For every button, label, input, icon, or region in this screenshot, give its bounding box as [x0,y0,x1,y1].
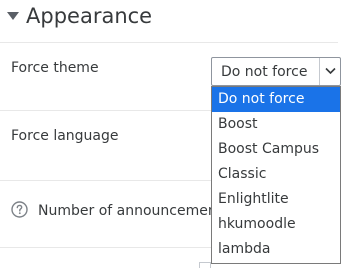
chevron-down-icon [325,67,336,75]
dropdown-option-enlightlite[interactable]: Enlightlite [212,187,340,212]
select-current-value: Do not force [221,64,308,80]
dropdown-option-lambda[interactable]: lambda [212,237,340,262]
section-title: Appearance [26,4,153,28]
dropdown-option-boost[interactable]: Boost [212,112,340,137]
force-theme-select[interactable]: Do not force [211,57,341,86]
row-divider [0,42,338,43]
dropdown-option-hkumoodle[interactable]: hkumoodle [212,212,340,237]
dropdown-option-classic[interactable]: Classic [212,162,340,187]
chevron-down-icon[interactable] [6,11,20,21]
dropdown-option-boost-campus[interactable]: Boost Campus [212,137,340,162]
dropdown-option-do-not-force[interactable]: Do not force [212,87,340,112]
question-circle-icon[interactable] [11,201,28,218]
force-theme-label: Force theme [11,60,99,76]
force-language-label: Force language [11,128,119,144]
announcements-label: Number of announcements [38,203,230,219]
force-theme-dropdown[interactable]: Do not force Boost Boost Campus Classic … [211,86,341,264]
select-arrow[interactable] [319,58,340,85]
partial-control[interactable] [199,262,211,268]
